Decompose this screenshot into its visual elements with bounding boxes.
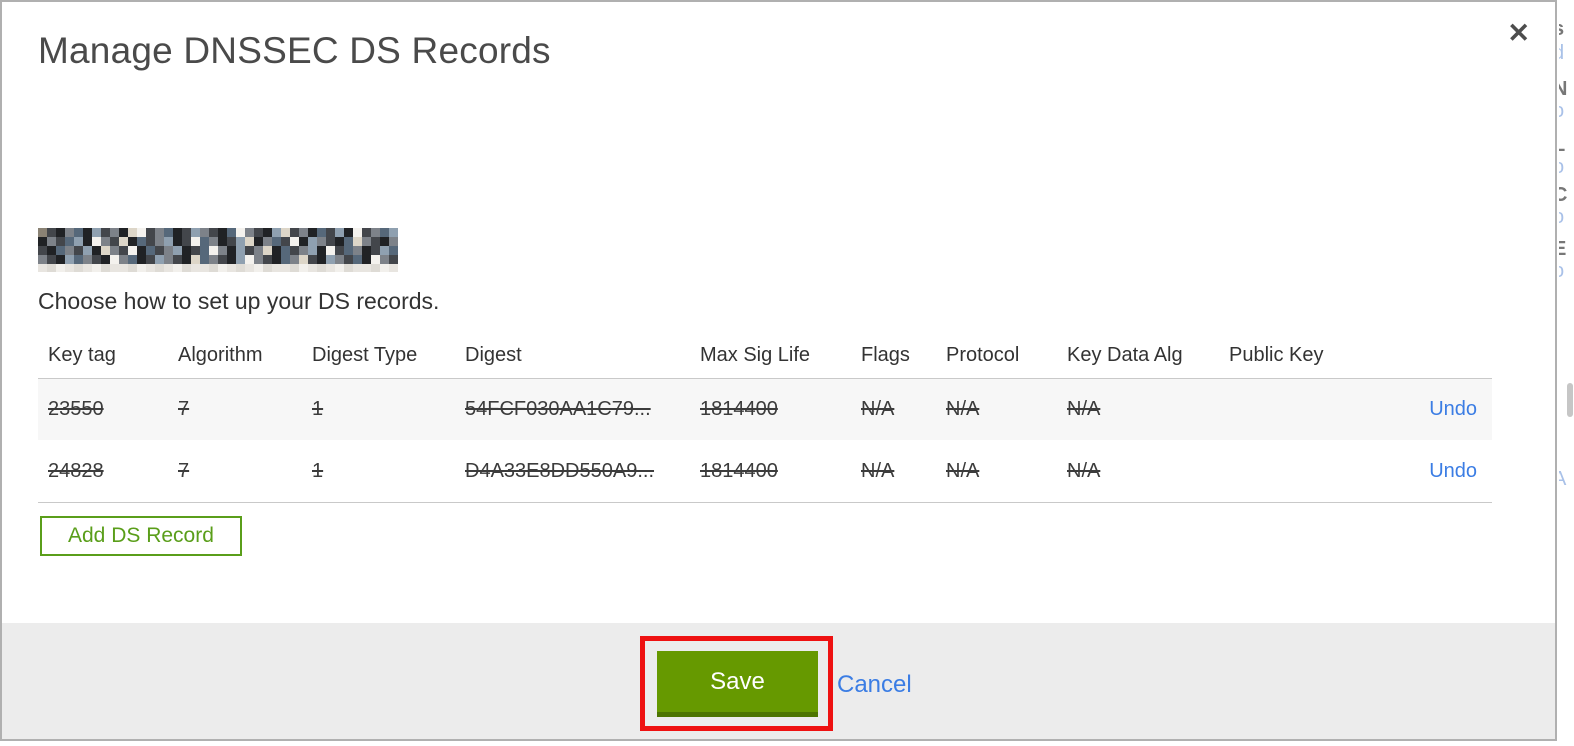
table-body: 23550 7 1 54FCF030AA1C79... 1814400 N/A N/A N/A…	[38, 379, 1492, 503]
ds-records-table: Key tag Algorithm Digest Type Digest Max Sig…	[38, 332, 1492, 503]
table-header-row: Key tag Algorithm Digest Type Digest Max Sig…	[38, 332, 1492, 379]
table-cell: N/A	[1067, 398, 1101, 420]
table-row: 23550 7 1 54FCF030AA1C79... 1814400 N/A N/A N/A…	[38, 379, 1492, 440]
mosaic-row	[38, 228, 398, 237]
add-ds-record-button[interactable]: Add DS Record	[40, 516, 242, 556]
page-scrollbar-thumb[interactable]	[1567, 383, 1573, 417]
undo-cell: Undo	[1359, 460, 1492, 483]
manage-dnssec-modal: Manage DNSSEC DS Records ✕ Choose how to…	[0, 0, 1557, 741]
background-text-fragment: C	[1559, 184, 1568, 206]
undo-cell: Undo	[1359, 398, 1492, 421]
mosaic-row	[38, 246, 398, 255]
table-column-header: Digest Type	[312, 343, 418, 366]
undo-link[interactable]: Undo	[1429, 460, 1477, 482]
table-column-header: Public Key	[1229, 343, 1324, 366]
intro-text: Choose how to set up your DS records.	[38, 288, 440, 314]
redacted-domain-name	[38, 228, 398, 272]
save-button[interactable]: Save	[657, 651, 818, 717]
table-column-header: Max Sig Life	[700, 343, 811, 366]
background-text-fragment: s	[1559, 18, 1564, 41]
background-text-fragment: o	[1559, 100, 1564, 123]
table-cell: 1	[312, 398, 324, 420]
table-cell: 54FCF030AA1C79...	[465, 398, 651, 420]
table-cell: N/A	[861, 398, 895, 420]
cancel-link[interactable]: Cancel	[837, 671, 912, 699]
table-column-header: Digest	[465, 343, 522, 366]
mosaic-row	[38, 237, 398, 246]
modal-title: Manage DNSSEC DS Records	[38, 30, 551, 71]
table-cell: N/A	[946, 398, 980, 420]
background-text-fragment: o	[1559, 260, 1564, 283]
background-text-fragment: o	[1559, 156, 1564, 179]
table-cell: 1814400	[700, 459, 778, 482]
table-cell: 23550	[48, 398, 104, 420]
table-cell: 24828	[48, 459, 104, 482]
table-cell: 7	[178, 459, 190, 482]
table-cell: 1814400	[700, 398, 778, 420]
table-column-header: Flags	[861, 343, 910, 366]
table-cell: N/A	[1067, 459, 1101, 482]
background-text-fragment: A	[1559, 468, 1567, 490]
close-icon[interactable]: ✕	[1507, 20, 1530, 47]
table-cell: 7	[178, 398, 190, 420]
table-column-header: Key tag	[48, 343, 116, 366]
undo-link[interactable]: Undo	[1429, 398, 1477, 420]
background-text-fragment: N	[1559, 78, 1568, 100]
table-row: 24828 7 1 D4A33E8DD550A9... 1814400 N/A N/A N/A…	[38, 440, 1492, 503]
table-cell: N/A	[946, 459, 980, 482]
background-text-fragment: o	[1559, 206, 1564, 229]
table-cell: 1	[312, 459, 324, 482]
table-cell: D4A33E8DD550A9...	[465, 459, 655, 482]
table-column-header: Protocol	[946, 343, 1020, 366]
background-page-strip: sdNoLoCoEoA	[1559, 0, 1574, 746]
mosaic-row	[38, 255, 398, 264]
background-text-fragment: L	[1559, 134, 1566, 156]
table-cell: N/A	[861, 459, 895, 482]
background-text-fragment: E	[1559, 238, 1567, 260]
table-column-header: Key Data Alg	[1067, 343, 1183, 366]
table-column-header: Algorithm	[178, 343, 263, 366]
mosaic-row	[38, 264, 398, 272]
background-text-fragment: d	[1559, 42, 1564, 65]
